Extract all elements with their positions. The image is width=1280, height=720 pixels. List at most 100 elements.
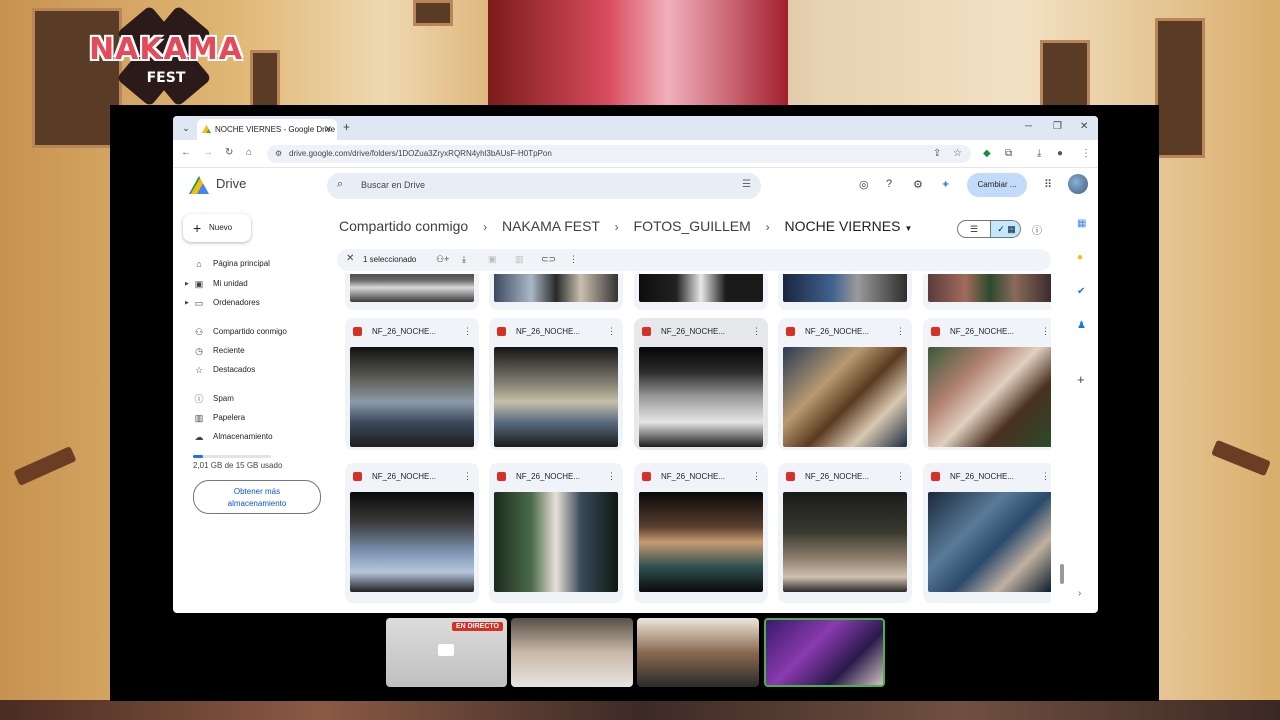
more-options-icon[interactable]: ⋮: [1041, 471, 1050, 482]
shield-extension-icon[interactable]: ◆: [983, 148, 991, 159]
more-options-icon[interactable]: ⋮: [463, 326, 472, 337]
file-card[interactable]: NF_26_NOCHE... ⋮: [778, 463, 912, 603]
calendar-icon[interactable]: ▦: [1077, 218, 1086, 229]
maximize-icon[interactable]: ❐: [1053, 121, 1062, 132]
get-storage-button[interactable]: Obtener más almacenamiento: [193, 480, 321, 514]
file-card[interactable]: NF_26_NOCHE... ⋮: [345, 318, 479, 450]
more-options-icon[interactable]: ⋮: [752, 471, 761, 482]
move-icon[interactable]: ▣: [488, 254, 497, 265]
file-card[interactable]: NF_26_NOCHE... ⋮: [634, 463, 768, 603]
avatar[interactable]: [1068, 174, 1088, 194]
sidebar-item-trash[interactable]: ▥ Papelera: [187, 410, 245, 426]
search-input[interactable]: ⌕ Buscar en Drive ☰: [327, 173, 761, 199]
offline-status-icon[interactable]: ◎: [859, 178, 869, 191]
home-browser-icon[interactable]: ⌂: [246, 147, 252, 158]
more-options-icon[interactable]: ⋮: [1041, 326, 1050, 337]
file-card[interactable]: [489, 274, 623, 310]
grid-view-button[interactable]: ✓ ▦: [990, 221, 1020, 237]
breadcrumb-shared[interactable]: Compartido conmigo: [339, 218, 468, 234]
forward-icon[interactable]: →: [203, 147, 213, 158]
apps-grid-icon[interactable]: ⠿: [1044, 178, 1052, 191]
sidebar-item-spam[interactable]: ⓘ Spam: [187, 391, 233, 407]
file-card[interactable]: [923, 274, 1051, 310]
extensions-icon[interactable]: ⧉: [1005, 148, 1012, 159]
expand-panel-icon[interactable]: ›: [1078, 588, 1081, 599]
selection-toolbar: ✕ 1 seleccionado ⚇+ ⤓ ▣ ▥ ⊂⊃ ⋮: [337, 249, 1051, 271]
storage-text: 2,01 GB de 15 GB usado: [193, 461, 283, 470]
more-options-icon[interactable]: ⋮: [752, 326, 761, 337]
copy-link-icon[interactable]: ⊂⊃: [541, 254, 556, 265]
file-card[interactable]: [634, 274, 768, 310]
breadcrumb-fotos-guillem[interactable]: FOTOS_GUILLEM: [634, 218, 751, 234]
reload-icon[interactable]: ↻: [225, 147, 233, 158]
download-icon[interactable]: ⤓: [1037, 148, 1041, 159]
photo-thumbnail: [928, 274, 1051, 302]
info-icon[interactable]: ⓘ: [1032, 222, 1042, 237]
gemini-icon[interactable]: ✦: [941, 178, 950, 191]
file-name: NF_26_NOCHE...: [805, 327, 870, 336]
browser-menu-icon[interactable]: ⋮: [1081, 148, 1091, 159]
more-options-icon[interactable]: ⋮: [896, 471, 905, 482]
more-options-icon[interactable]: ⋮: [607, 326, 616, 337]
file-card-selected[interactable]: NF_26_NOCHE... ⋮: [634, 318, 768, 450]
sidebar-item-starred[interactable]: ☆ Destacados: [187, 362, 255, 378]
contacts-icon[interactable]: ♟: [1077, 320, 1086, 331]
file-card[interactable]: NF_26_NOCHE... ⋮: [345, 463, 479, 603]
tab-search-icon[interactable]: ⌄: [179, 121, 193, 135]
file-card[interactable]: NF_26_NOCHE... ⋮: [778, 318, 912, 450]
file-card[interactable]: [345, 274, 479, 310]
settings-gear-icon[interactable]: ⚙: [913, 178, 923, 191]
sidebar-item-shared[interactable]: ⚇ Compartido conmigo: [187, 324, 287, 340]
url-field[interactable]: ⚙ drive.google.com/drive/folders/1DOZua3…: [267, 145, 971, 163]
more-options-icon[interactable]: ⋮: [896, 326, 905, 337]
help-icon[interactable]: ?: [886, 178, 892, 190]
more-actions-icon[interactable]: ⋮: [569, 254, 578, 265]
sidebar-item-my-drive[interactable]: ▶ ▣ Mi unidad: [185, 276, 248, 292]
expand-arrow-icon[interactable]: ▶: [185, 295, 189, 311]
more-options-icon[interactable]: ⋮: [463, 471, 472, 482]
site-info-icon[interactable]: ⚙: [275, 145, 282, 163]
computer-icon: ▭: [194, 298, 204, 308]
tab-close-icon[interactable]: ✕: [324, 119, 332, 140]
search-icon: ⌕: [337, 178, 344, 190]
list-view-button[interactable]: ☰: [958, 221, 990, 237]
switch-account-button[interactable]: Cambiar ...: [967, 173, 1027, 197]
close-window-icon[interactable]: ✕: [1080, 121, 1088, 132]
share-icon[interactable]: ⚇+: [436, 254, 449, 265]
new-tab-button[interactable]: +: [343, 120, 350, 134]
clear-selection-icon[interactable]: ✕: [346, 253, 354, 264]
sidebar-item-home[interactable]: ⌂ Página principal: [187, 256, 270, 272]
file-card[interactable]: NF_26_NOCHE... ⋮: [923, 463, 1051, 603]
new-button[interactable]: + Nuevo: [183, 214, 251, 242]
more-options-icon[interactable]: ⋮: [607, 471, 616, 482]
photo-thumbnail: [783, 347, 907, 447]
file-card[interactable]: NF_26_NOCHE... ⋮: [923, 318, 1051, 450]
file-card[interactable]: [778, 274, 912, 310]
expand-arrow-icon[interactable]: ▶: [185, 276, 189, 292]
install-app-icon[interactable]: ⇪: [933, 148, 941, 159]
scrollbar[interactable]: [1060, 564, 1064, 584]
profile-icon[interactable]: ●: [1057, 148, 1063, 159]
minimize-icon[interactable]: ─: [1025, 121, 1032, 132]
image-file-icon: [642, 327, 651, 336]
breadcrumb-current-folder[interactable]: NOCHE VIERNES ▼: [785, 218, 913, 234]
url-text: drive.google.com/drive/folders/1DOZua3Zr…: [289, 149, 552, 158]
search-options-icon[interactable]: ☰: [742, 179, 751, 190]
image-file-icon: [497, 327, 506, 336]
keep-icon[interactable]: ●: [1077, 252, 1083, 263]
tasks-icon[interactable]: ✔: [1077, 286, 1085, 297]
bookmark-star-icon[interactable]: ☆: [953, 148, 962, 159]
file-card[interactable]: NF_26_NOCHE... ⋮: [489, 463, 623, 603]
back-icon[interactable]: ←: [181, 147, 191, 158]
add-addon-icon[interactable]: +: [1077, 372, 1085, 387]
breadcrumb-nakama-fest[interactable]: NAKAMA FEST: [502, 218, 600, 234]
nakama-fest-logo: NAKAMA FEST: [84, 5, 248, 107]
sidebar-item-computers[interactable]: ▶ ▭ Ordenadores: [185, 295, 260, 311]
download-file-icon[interactable]: ⤓: [462, 254, 466, 265]
sidebar-item-recent[interactable]: ◷ Reciente: [187, 343, 245, 359]
delete-icon[interactable]: ▥: [515, 254, 524, 265]
file-name: NF_26_NOCHE...: [950, 327, 1015, 336]
browser-tab[interactable]: NOCHE VIERNES - Google Drive ✕: [197, 119, 337, 140]
sidebar-item-storage[interactable]: ☁ Almacenamiento: [187, 429, 273, 445]
file-card[interactable]: NF_26_NOCHE... ⋮: [489, 318, 623, 450]
